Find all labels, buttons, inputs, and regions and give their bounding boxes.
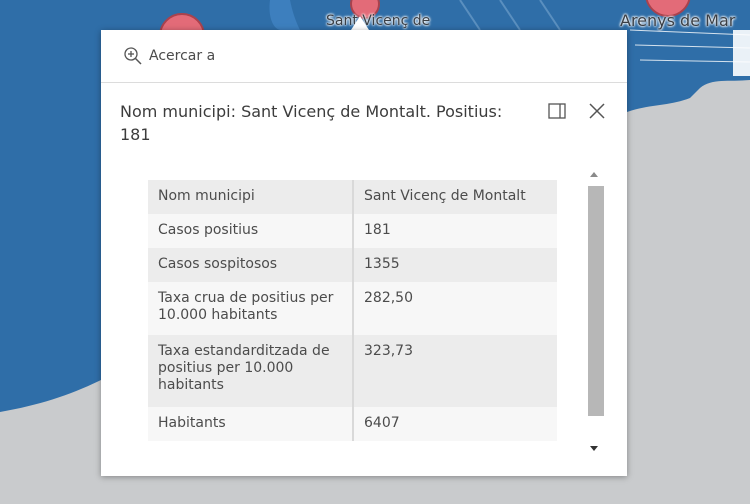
popup-title: Nom municipi: Sant Vicenç de Montalt. Po… <box>120 102 503 144</box>
attribute-key: Habitants <box>148 407 354 441</box>
map-label-arenys: Arenys de Mar <box>620 11 736 30</box>
popup-window: Acercar a Nom municipi: Sant Vicenç de M… <box>101 30 627 476</box>
table-row: Habitants 6407 <box>148 407 557 441</box>
table-row: Taxa estandarditzada de positius per 10.… <box>148 335 557 407</box>
dock-icon <box>548 103 566 119</box>
map-label-sant-vicenc: Sant Vicenç de <box>326 13 431 29</box>
zoom-in-icon <box>124 47 142 65</box>
attribute-value: Sant Vicenç de Montalt <box>353 180 557 214</box>
table-row: Casos sospitosos 1355 <box>148 248 557 282</box>
map-edge-tile <box>733 30 750 76</box>
table-row: Taxa crua de positius per 10.000 habitan… <box>148 282 557 335</box>
close-icon <box>589 103 605 119</box>
popup-content: Nom municipi Sant Vicenç de Montalt Caso… <box>148 180 557 442</box>
scroll-up-arrow-icon[interactable] <box>590 172 598 177</box>
content-scrollbar[interactable] <box>586 162 604 462</box>
scroll-thumb[interactable] <box>588 186 604 416</box>
close-button[interactable] <box>587 101 607 121</box>
attribute-key: Casos positius <box>148 214 354 248</box>
dock-button[interactable] <box>547 101 567 121</box>
scroll-down-arrow-icon[interactable] <box>590 446 598 451</box>
attribute-value: 6407 <box>353 407 557 441</box>
attribute-table: Nom municipi Sant Vicenç de Montalt Caso… <box>148 180 557 441</box>
attribute-value: 1355 <box>353 248 557 282</box>
attribute-key: Taxa crua de positius per 10.000 habitan… <box>148 282 354 335</box>
zoom-to-button[interactable]: Acercar a <box>123 45 215 67</box>
attribute-value: 181 <box>353 214 557 248</box>
zoom-to-label: Acercar a <box>149 48 216 64</box>
attribute-value: 282,50 <box>353 282 557 335</box>
table-row: Casos positius 181 <box>148 214 557 248</box>
attribute-key: Casos sospitosos <box>148 248 354 282</box>
popup-pointer <box>351 16 369 30</box>
attribute-key: Taxa estandarditzada de positius per 10.… <box>148 335 354 407</box>
popup-action-bar: Acercar a <box>101 30 627 83</box>
table-row: Nom municipi Sant Vicenç de Montalt <box>148 180 557 214</box>
attribute-value: 323,73 <box>353 335 557 407</box>
attribute-key: Nom municipi <box>148 180 354 214</box>
